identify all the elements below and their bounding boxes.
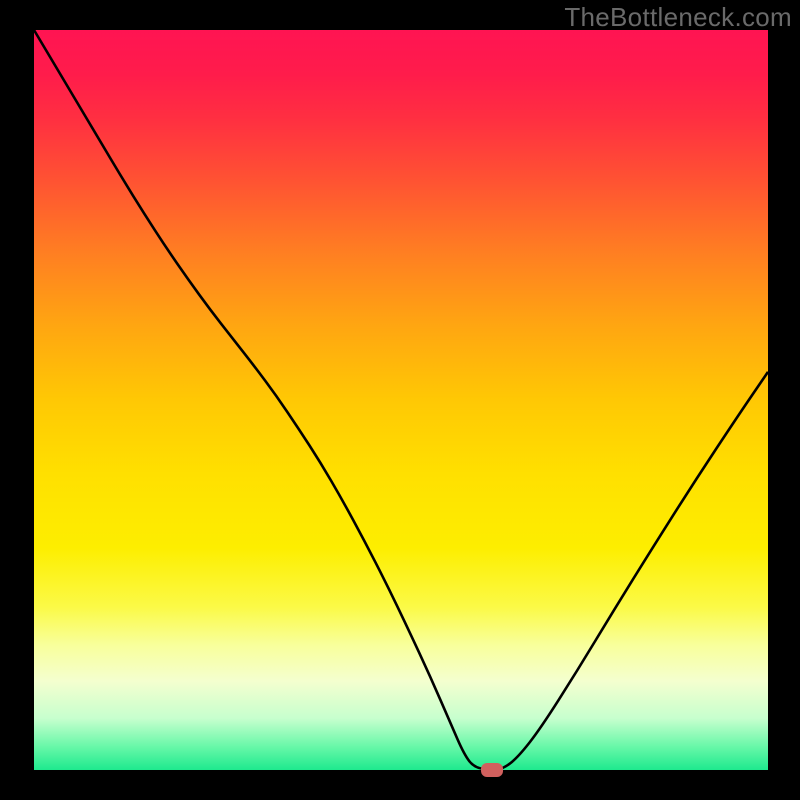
plot-background [34,30,768,770]
watermark-text: TheBottleneck.com [564,2,792,33]
optimal-point-marker [481,763,503,777]
chart-container: TheBottleneck.com [0,0,800,800]
bottleneck-chart [0,0,800,800]
